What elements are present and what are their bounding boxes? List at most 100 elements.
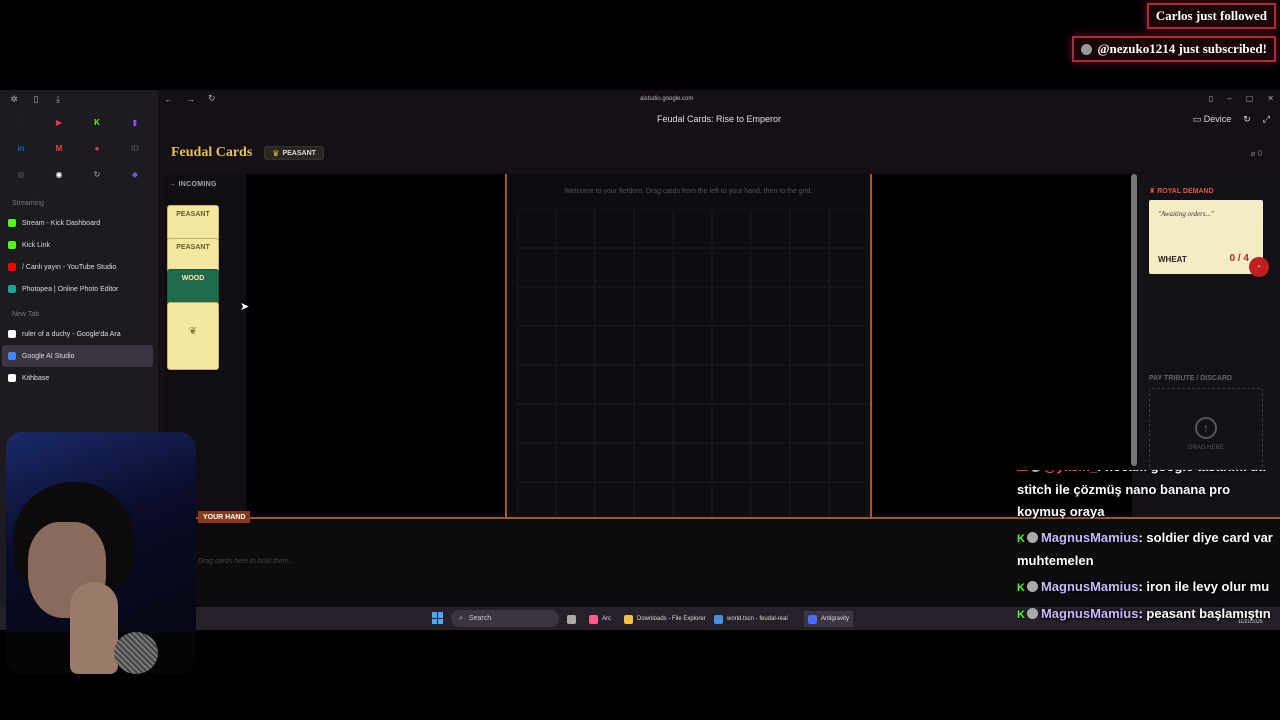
taskbar-search[interactable]: ⌕ Search: [451, 610, 559, 627]
grid-cell[interactable]: [634, 443, 673, 482]
tribute-drop-zone[interactable]: ↑ DRAG HERE: [1149, 388, 1263, 470]
grid-cell[interactable]: [673, 248, 712, 287]
pinned-tab[interactable]: K: [78, 111, 116, 133]
grid-cell[interactable]: [829, 443, 868, 482]
grid-cell[interactable]: [634, 482, 673, 521]
taskbar-item-arc[interactable]: Arc: [589, 611, 611, 627]
grid-cell[interactable]: [751, 365, 790, 404]
url-text[interactable]: aistudio.google.com: [640, 96, 693, 102]
pinned-tab[interactable]: ↻: [78, 163, 116, 185]
grid-cell[interactable]: [751, 248, 790, 287]
grid-cell[interactable]: [517, 443, 556, 482]
grid-cell[interactable]: [829, 326, 868, 365]
pinned-tab[interactable]: ID: [116, 137, 154, 159]
grid-cell[interactable]: [751, 326, 790, 365]
grid-cell[interactable]: [790, 248, 829, 287]
grid-cell[interactable]: [517, 482, 556, 521]
grid-cell[interactable]: [712, 326, 751, 365]
grid-cell[interactable]: [556, 365, 595, 404]
grid-cell[interactable]: [634, 404, 673, 443]
pinned-tab[interactable]: ●: [78, 137, 116, 159]
grid-cell[interactable]: [751, 209, 790, 248]
grid-cell[interactable]: [829, 404, 868, 443]
taskbar-item-antigravity[interactable]: Antigravity: [804, 611, 854, 627]
grid-cell[interactable]: [556, 404, 595, 443]
grid-cell[interactable]: [556, 326, 595, 365]
grid-cell[interactable]: [790, 326, 829, 365]
close-icon[interactable]: ✕: [1267, 94, 1274, 103]
grid-cell[interactable]: [829, 287, 868, 326]
grid-cell[interactable]: [673, 404, 712, 443]
back-icon[interactable]: ←: [164, 94, 180, 104]
grid-cell[interactable]: [712, 482, 751, 521]
pinned-tab[interactable]: ◉: [40, 163, 78, 185]
grid-cell[interactable]: [517, 326, 556, 365]
pinned-tab[interactable]: X: [2, 111, 40, 133]
grid-cell[interactable]: [556, 482, 595, 521]
pinned-tab[interactable]: ▮: [116, 111, 154, 133]
grid-cell[interactable]: [712, 365, 751, 404]
maximize-icon[interactable]: ▢: [1246, 94, 1254, 103]
grid-cell[interactable]: [595, 404, 634, 443]
sidebar-tab[interactable]: Stream - Kick Dashboard: [0, 212, 158, 234]
grid-cell[interactable]: [634, 209, 673, 248]
grid-cell[interactable]: [751, 287, 790, 326]
grid-cell[interactable]: [751, 404, 790, 443]
sidebar-tab[interactable]: / Canlı yayın - YouTube Studio: [0, 256, 158, 278]
grid-cell[interactable]: [790, 404, 829, 443]
grid-cell[interactable]: [517, 365, 556, 404]
grid-cell[interactable]: [517, 287, 556, 326]
grid-cell[interactable]: [595, 209, 634, 248]
grid-cell[interactable]: [673, 482, 712, 521]
pinned-tab[interactable]: ◎: [2, 163, 40, 185]
settings-icon[interactable]: ✲: [8, 94, 20, 105]
grid-cell[interactable]: [634, 287, 673, 326]
pinned-tab[interactable]: M: [40, 137, 78, 159]
download-icon[interactable]: ⤓: [52, 94, 64, 105]
grid-cell[interactable]: [712, 209, 751, 248]
device-button[interactable]: ▭ Device: [1193, 114, 1232, 125]
grid-cell[interactable]: [790, 365, 829, 404]
reload-icon[interactable]: ↻: [208, 93, 224, 104]
grid-cell[interactable]: [595, 365, 634, 404]
grid-cell[interactable]: [517, 209, 556, 248]
windows-start-icon[interactable]: [432, 612, 444, 624]
grid-cell[interactable]: [829, 209, 868, 248]
sidebar-tab[interactable]: Photopea | Online Photo Editor: [0, 278, 158, 300]
grid-cell[interactable]: [712, 287, 751, 326]
minimize-icon[interactable]: –: [1227, 94, 1231, 103]
sidebar-toggle-icon[interactable]: ▯: [30, 94, 42, 105]
grid-cell[interactable]: [790, 209, 829, 248]
taskbar-item-godot[interactable]: world.tscn - feudal-real: [714, 611, 788, 627]
grid-cell[interactable]: [517, 404, 556, 443]
grid-cell[interactable]: [712, 404, 751, 443]
split-view-icon[interactable]: ▯: [1209, 94, 1213, 103]
task-view-icon[interactable]: [567, 611, 576, 627]
sidebar-tab[interactable]: Google AI Studio: [2, 345, 153, 367]
scrollbar[interactable]: [1131, 174, 1137, 466]
grid-cell[interactable]: [790, 287, 829, 326]
pinned-tab[interactable]: ▶: [40, 111, 78, 133]
grid-cell[interactable]: [556, 287, 595, 326]
grid-cell[interactable]: [790, 482, 829, 521]
pinned-tab[interactable]: in: [2, 137, 40, 159]
grid-cell[interactable]: [673, 209, 712, 248]
incoming-card-wood[interactable]: WOOD: [167, 269, 219, 305]
incoming-card-wheat[interactable]: ❦: [167, 302, 219, 370]
grid-cell[interactable]: [790, 443, 829, 482]
taskbar-item-explorer[interactable]: Downloads - File Explorer: [624, 611, 706, 627]
grid-cell[interactable]: [634, 365, 673, 404]
sidebar-tab[interactable]: Kithbase: [0, 367, 158, 389]
grid-cell[interactable]: [673, 365, 712, 404]
grid-cell[interactable]: [595, 482, 634, 521]
new-tab-button[interactable]: New Tab: [0, 300, 158, 323]
forward-icon[interactable]: →: [186, 94, 202, 104]
grid-cell[interactable]: [634, 326, 673, 365]
grid-cell[interactable]: [556, 248, 595, 287]
grid-cell[interactable]: [829, 248, 868, 287]
grid-cell[interactable]: [517, 248, 556, 287]
grid-cell[interactable]: [751, 482, 790, 521]
grid-cell[interactable]: [556, 209, 595, 248]
refresh-icon[interactable]: ↻: [1243, 114, 1251, 125]
pinned-tab[interactable]: ◆: [116, 163, 154, 185]
